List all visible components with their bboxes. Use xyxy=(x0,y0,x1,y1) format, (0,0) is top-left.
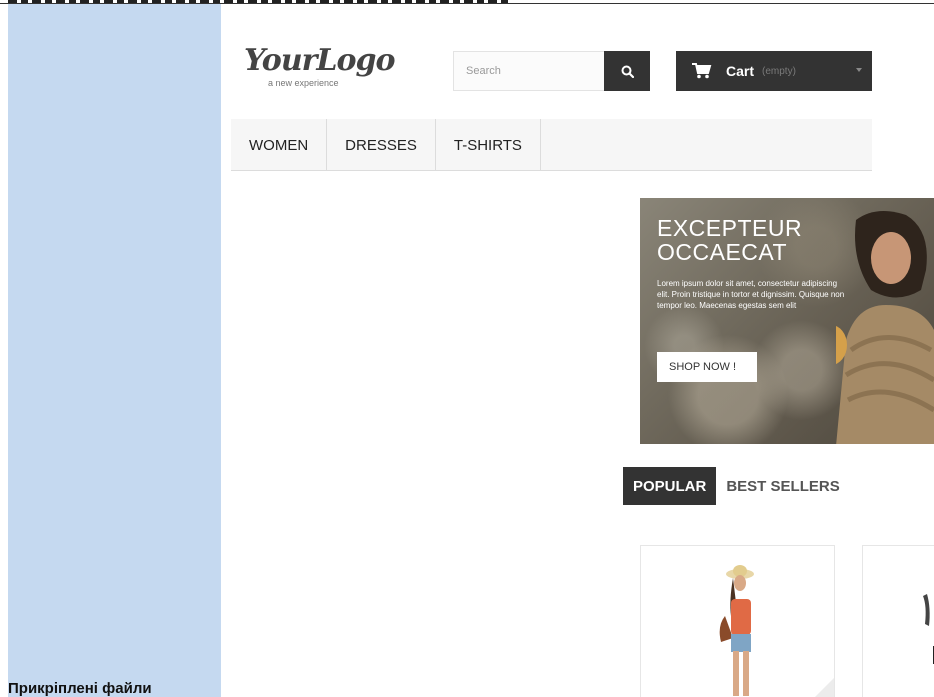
tab-best-sellers[interactable]: BEST SELLERS xyxy=(716,467,849,505)
attached-files-label: Прикріплені файли xyxy=(8,680,152,697)
tab-popular[interactable]: POPULAR xyxy=(623,467,717,505)
search-icon xyxy=(621,65,634,78)
nav-item-women[interactable]: WOMEN xyxy=(231,119,328,171)
search-button[interactable] xyxy=(604,51,650,91)
logo-wordmark: YourLogo xyxy=(244,43,396,78)
store-logo[interactable]: YourLogo a new experience xyxy=(244,44,414,94)
nav-item-t-shirts[interactable]: T-SHIRTS xyxy=(436,119,541,171)
cart-button[interactable]: Cart (empty) xyxy=(676,51,872,91)
banner-copy: Lorem ipsum dolor sit amet, consectetur … xyxy=(657,279,845,310)
product-image xyxy=(719,565,754,696)
shopping-cart-icon xyxy=(692,63,712,79)
search-field[interactable] xyxy=(453,51,605,91)
chevron-down-icon xyxy=(856,68,862,72)
cart-status: (empty) xyxy=(762,65,796,77)
nav-item-dresses[interactable]: DRESSES xyxy=(327,119,436,171)
product-card[interactable] xyxy=(640,545,835,697)
promo-banner[interactable]: EXCEPTEUR OCCAECAT Lorem ipsum dolor sit… xyxy=(640,198,934,444)
search-input[interactable] xyxy=(454,52,605,90)
product-card[interactable] xyxy=(862,545,934,697)
product-image xyxy=(923,594,934,664)
banner-heading: EXCEPTEUR OCCAECAT xyxy=(657,215,803,265)
corner-fold xyxy=(808,678,834,697)
logo-tagline: a new experience xyxy=(268,78,339,88)
shop-now-button[interactable]: SHOP NOW ! xyxy=(657,352,757,382)
left-side-panel xyxy=(8,4,221,697)
main-nav: WOMEN DRESSES T-SHIRTS xyxy=(231,119,872,171)
cart-label: Cart xyxy=(726,63,755,79)
product-tabs: POPULAR BEST SELLERS xyxy=(623,467,850,505)
model-photo xyxy=(836,211,934,444)
